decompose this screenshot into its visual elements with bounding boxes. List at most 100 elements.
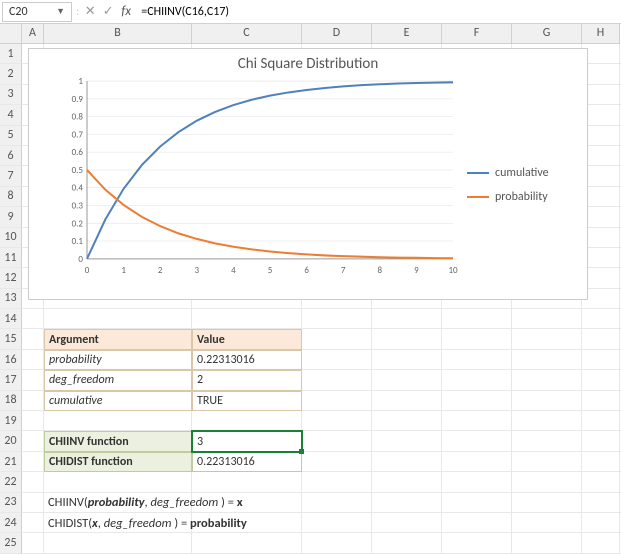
cell-F19[interactable] xyxy=(442,411,512,431)
row-header-8[interactable]: 8 xyxy=(0,187,22,207)
row-header-9[interactable]: 9 xyxy=(0,207,22,227)
cell-D23[interactable] xyxy=(302,493,372,513)
cell-A24[interactable] xyxy=(22,513,44,533)
cell-B22[interactable] xyxy=(44,472,192,492)
cell-D21[interactable] xyxy=(302,452,372,472)
cell-D19[interactable] xyxy=(302,411,372,431)
formula-input[interactable] xyxy=(135,3,621,21)
cell-B18[interactable]: cumulative xyxy=(44,391,192,411)
cell-D24[interactable] xyxy=(302,513,372,533)
row-header-16[interactable]: 16 xyxy=(0,350,22,370)
cell-H21[interactable] xyxy=(582,452,620,472)
cell-G17[interactable] xyxy=(512,370,582,390)
cell-G18[interactable] xyxy=(512,391,582,411)
cell-A19[interactable] xyxy=(22,411,44,431)
row-header-25[interactable]: 25 xyxy=(0,533,22,553)
row-header-23[interactable]: 23 xyxy=(0,493,22,513)
cell-C24[interactable] xyxy=(192,513,302,533)
cell-F24[interactable] xyxy=(442,513,512,533)
cell-G16[interactable] xyxy=(512,350,582,370)
cancel-icon[interactable]: ✕ xyxy=(81,4,99,19)
cell-A16[interactable] xyxy=(22,350,44,370)
cell-E21[interactable] xyxy=(372,452,442,472)
cell-C25[interactable] xyxy=(192,533,302,553)
cell-H16[interactable] xyxy=(582,350,620,370)
column-header-F[interactable]: F xyxy=(442,24,512,44)
fx-icon[interactable]: fx xyxy=(117,4,135,19)
cell-B25[interactable] xyxy=(44,533,192,553)
cell-E19[interactable] xyxy=(372,411,442,431)
cell-C21[interactable]: 0.22313016 xyxy=(192,452,302,472)
chevron-down-icon[interactable]: ▼ xyxy=(56,6,65,17)
row-header-22[interactable]: 22 xyxy=(0,472,22,492)
row-header-10[interactable]: 10 xyxy=(0,228,22,248)
cell-H25[interactable] xyxy=(582,533,620,553)
chart-object[interactable]: Chi Square Distribution 00.10.20.30.40.5… xyxy=(28,48,588,300)
cell-D15[interactable] xyxy=(302,329,372,349)
cell-E16[interactable] xyxy=(372,350,442,370)
cell-B19[interactable] xyxy=(44,411,192,431)
cell-B24[interactable]: CHIDIST(x, deg_freedom ) = probability xyxy=(44,513,192,533)
cell-A20[interactable] xyxy=(22,431,44,451)
cell-A17[interactable] xyxy=(22,370,44,390)
cell-E14[interactable] xyxy=(372,309,442,329)
cell-A25[interactable] xyxy=(22,533,44,553)
row-header-21[interactable]: 21 xyxy=(0,452,22,472)
cell-C14[interactable] xyxy=(192,309,302,329)
cell-F15[interactable] xyxy=(442,329,512,349)
row-header-3[interactable]: 3 xyxy=(0,85,22,105)
cell-D17[interactable] xyxy=(302,370,372,390)
column-header-E[interactable]: E xyxy=(372,24,442,44)
cell-G14[interactable] xyxy=(512,309,582,329)
row-header-18[interactable]: 18 xyxy=(0,391,22,411)
cell-G22[interactable] xyxy=(512,472,582,492)
cell-F18[interactable] xyxy=(442,391,512,411)
cell-D20[interactable] xyxy=(302,431,372,451)
row-header-20[interactable]: 20 xyxy=(0,431,22,451)
cell-C17[interactable]: 2 xyxy=(192,370,302,390)
cell-E20[interactable] xyxy=(372,431,442,451)
cell-G21[interactable] xyxy=(512,452,582,472)
cell-F14[interactable] xyxy=(442,309,512,329)
cell-G20[interactable] xyxy=(512,431,582,451)
cell-B16[interactable]: probability xyxy=(44,350,192,370)
column-header-B[interactable]: B xyxy=(44,24,192,44)
column-header-G[interactable]: G xyxy=(512,24,582,44)
cell-G19[interactable] xyxy=(512,411,582,431)
row-header-11[interactable]: 11 xyxy=(0,248,22,268)
cell-G15[interactable] xyxy=(512,329,582,349)
cell-H22[interactable] xyxy=(582,472,620,492)
cell-F22[interactable] xyxy=(442,472,512,492)
cell-G23[interactable] xyxy=(512,493,582,513)
row-header-15[interactable]: 15 xyxy=(0,329,22,349)
cell-C23[interactable] xyxy=(192,493,302,513)
cell-G25[interactable] xyxy=(512,533,582,553)
cell-B20[interactable]: CHIINV function xyxy=(44,431,192,451)
cell-B23[interactable]: CHIINV(probability, deg_freedom ) = x xyxy=(44,493,192,513)
row-header-14[interactable]: 14 xyxy=(0,309,22,329)
cell-F20[interactable] xyxy=(442,431,512,451)
column-header-C[interactable]: C xyxy=(192,24,302,44)
column-header-H[interactable]: H xyxy=(582,24,620,44)
cell-B17[interactable]: deg_freedom xyxy=(44,370,192,390)
cell-C19[interactable] xyxy=(192,411,302,431)
cell-D25[interactable] xyxy=(302,533,372,553)
column-header-A[interactable]: A xyxy=(22,24,44,44)
cell-B15[interactable]: Argument xyxy=(44,329,192,349)
row-header-19[interactable]: 19 xyxy=(0,411,22,431)
cell-A23[interactable] xyxy=(22,493,44,513)
row-header-7[interactable]: 7 xyxy=(0,166,22,186)
cell-A22[interactable] xyxy=(22,472,44,492)
name-box[interactable]: C20 ▼ xyxy=(2,2,72,22)
cell-E25[interactable] xyxy=(372,533,442,553)
cell-B21[interactable]: CHIDIST function xyxy=(44,452,192,472)
cell-D18[interactable] xyxy=(302,391,372,411)
cell-A21[interactable] xyxy=(22,452,44,472)
confirm-icon[interactable]: ✓ xyxy=(99,4,117,19)
cell-A18[interactable] xyxy=(22,391,44,411)
cell-E17[interactable] xyxy=(372,370,442,390)
cell-B14[interactable] xyxy=(44,309,192,329)
column-header-D[interactable]: D xyxy=(302,24,372,44)
cell-E23[interactable] xyxy=(372,493,442,513)
cell-F25[interactable] xyxy=(442,533,512,553)
